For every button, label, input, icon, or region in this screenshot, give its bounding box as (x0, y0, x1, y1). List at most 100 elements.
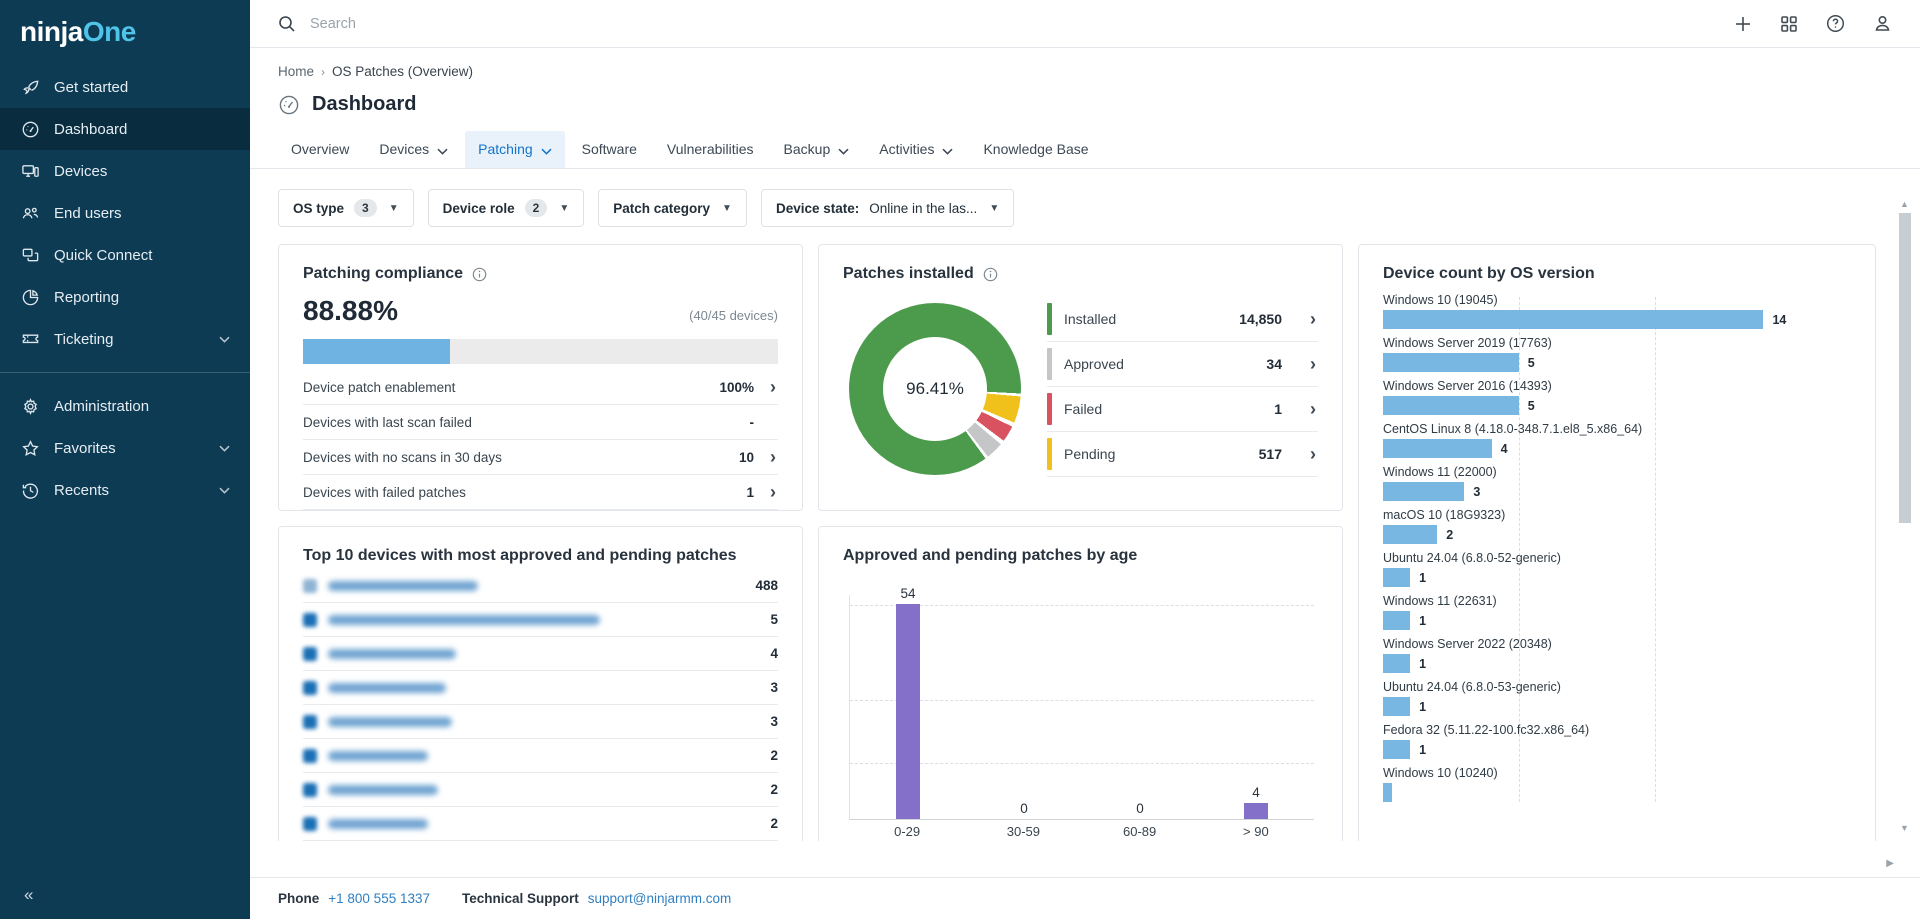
top-device-row[interactable]: 2 (303, 773, 778, 807)
chevron-right-icon[interactable]: › (1308, 310, 1318, 328)
phone-link[interactable]: +1 800 555 1337 (328, 891, 430, 906)
compliance-percent: 88.88% (303, 295, 398, 327)
age-axis-labels: 0-2930-5960-89> 90 (849, 824, 1314, 841)
patches-installed-card: Patches installed 96.41% Instal (818, 244, 1343, 511)
tab-knowledge-base[interactable]: Knowledge Base (970, 131, 1101, 168)
vertical-scrollbar[interactable]: ▲ ▼ (1899, 199, 1912, 819)
top-device-row[interactable]: 4 (303, 637, 778, 671)
apps-grid-icon[interactable] (1780, 15, 1798, 33)
top-device-row[interactable]: 488 (303, 569, 778, 603)
sidebar-item-label: Administration (54, 398, 149, 415)
help-icon[interactable] (1826, 14, 1845, 33)
chevron-down-icon (541, 142, 552, 158)
sidebar-item-label: Reporting (54, 289, 119, 306)
tab-software[interactable]: Software (569, 131, 650, 168)
os-version-row: Windows Server 2022 (20348)1 (1383, 637, 1851, 673)
filter-device-state[interactable]: Device state:Online in the las...▼ (761, 189, 1014, 227)
sidebar-item-end-users[interactable]: End users (0, 192, 250, 234)
sidebar-item-quick-connect[interactable]: Quick Connect (0, 234, 250, 276)
sidebar-collapse-button[interactable]: « (0, 873, 250, 919)
compliance-row[interactable]: Devices with no scans in 30 days10› (303, 440, 778, 475)
chevron-right-icon[interactable]: › (768, 378, 778, 396)
topbar (250, 0, 1920, 48)
age-bar-column: 4 (1198, 785, 1314, 819)
device-name-blurred[interactable] (328, 683, 446, 693)
device-icon (303, 647, 317, 661)
sidebar-item-dashboard[interactable]: Dashboard (0, 108, 250, 150)
tab-activities[interactable]: Activities (866, 131, 966, 168)
sidebar-item-administration[interactable]: Administration (0, 385, 250, 427)
sidebar-item-favorites[interactable]: Favorites (0, 427, 250, 469)
device-name-blurred[interactable] (328, 785, 438, 795)
filter-os-type[interactable]: OS type3▼ (278, 189, 414, 227)
sidebar-item-get-started[interactable]: Get started (0, 66, 250, 108)
compliance-row[interactable]: Devices with failed patches1› (303, 475, 778, 510)
top-devices-title: Top 10 devices with most approved and pe… (303, 547, 737, 565)
info-icon[interactable] (983, 267, 998, 282)
top-devices-list: 4885433222 (303, 569, 778, 841)
chevron-right-icon[interactable]: › (1308, 400, 1318, 418)
chevron-down-icon (219, 487, 230, 494)
tab-backup[interactable]: Backup (771, 131, 863, 168)
legend-row-failed[interactable]: Failed1› (1047, 387, 1318, 432)
compliance-row: Devices with last scan failed-› (303, 405, 778, 440)
device-name-blurred[interactable] (328, 649, 456, 659)
tab-overview[interactable]: Overview (278, 131, 362, 168)
top-device-row[interactable]: 2 (303, 739, 778, 773)
legend-row-approved[interactable]: Approved34› (1047, 342, 1318, 387)
compliance-row[interactable]: Device patch enablement100%› (303, 370, 778, 405)
scrollbar-thumb[interactable] (1899, 213, 1911, 523)
age-bar-value: 4 (1252, 785, 1260, 800)
scroll-up-arrow[interactable]: ▲ (1900, 199, 1909, 209)
reporting-icon (20, 287, 40, 307)
star-icon (20, 438, 40, 458)
patches-by-age-title: Approved and pending patches by age (843, 547, 1137, 565)
sidebar-nav-secondary: Administration FavoritesRecents (0, 385, 250, 511)
top-device-row[interactable]: 3 (303, 671, 778, 705)
compliance-device-count: (40/45 devices) (689, 308, 778, 327)
os-bar (1383, 654, 1410, 673)
top-device-row[interactable]: 2 (303, 807, 778, 841)
plus-icon[interactable] (1734, 15, 1752, 33)
device-name-blurred[interactable] (328, 615, 600, 625)
gauge-icon (20, 119, 40, 139)
scroll-down-arrow[interactable]: ▼ (1900, 823, 1909, 833)
support-email-link[interactable]: support@ninjarmm.com (588, 891, 732, 906)
breadcrumb-home[interactable]: Home (278, 64, 314, 79)
scroll-right-arrow[interactable]: ▶ (1886, 858, 1894, 869)
chevron-down-icon (838, 142, 849, 158)
filter-device-role[interactable]: Device role2▼ (428, 189, 585, 227)
tab-patching[interactable]: Patching (465, 131, 564, 168)
chevron-right-icon[interactable]: › (1308, 445, 1318, 463)
chevron-right-icon[interactable]: › (768, 483, 778, 501)
age-x-label: 0-29 (849, 824, 965, 839)
tab-devices[interactable]: Devices (366, 131, 461, 168)
sidebar-item-label: Devices (54, 163, 107, 180)
support-label: Technical Support (462, 891, 579, 906)
sidebar-item-ticketing[interactable]: Ticketing (0, 318, 250, 360)
legend-row-installed[interactable]: Installed14,850› (1047, 297, 1318, 342)
dropdown-caret-icon: ▼ (559, 203, 569, 214)
tab-vulnerabilities[interactable]: Vulnerabilities (654, 131, 767, 168)
chevron-right-icon[interactable]: › (1308, 355, 1318, 373)
sidebar-item-devices[interactable]: Devices (0, 150, 250, 192)
os-version-row: Ubuntu 24.04 (6.8.0-53-generic)1 (1383, 680, 1851, 716)
search-input[interactable] (310, 16, 910, 32)
filter-patch-category[interactable]: Patch category▼ (598, 189, 747, 227)
info-icon[interactable] (472, 267, 487, 282)
device-name-blurred[interactable] (328, 717, 452, 727)
device-icon (303, 749, 317, 763)
device-name-blurred[interactable] (328, 751, 428, 761)
ninjaone-logo[interactable]: ninjaOne (0, 0, 250, 66)
os-version-row: Windows Server 2019 (17763)5 (1383, 336, 1851, 372)
sidebar-item-reporting[interactable]: Reporting (0, 276, 250, 318)
top-device-row[interactable]: 3 (303, 705, 778, 739)
user-icon[interactable] (1873, 14, 1892, 33)
chevron-right-icon[interactable]: › (768, 448, 778, 466)
device-name-blurred[interactable] (328, 581, 478, 591)
sidebar-item-recents[interactable]: Recents (0, 469, 250, 511)
top-device-row[interactable]: 5 (303, 603, 778, 637)
dropdown-caret-icon: ▼ (389, 203, 399, 214)
device-name-blurred[interactable] (328, 819, 428, 829)
legend-row-pending[interactable]: Pending517› (1047, 432, 1318, 477)
